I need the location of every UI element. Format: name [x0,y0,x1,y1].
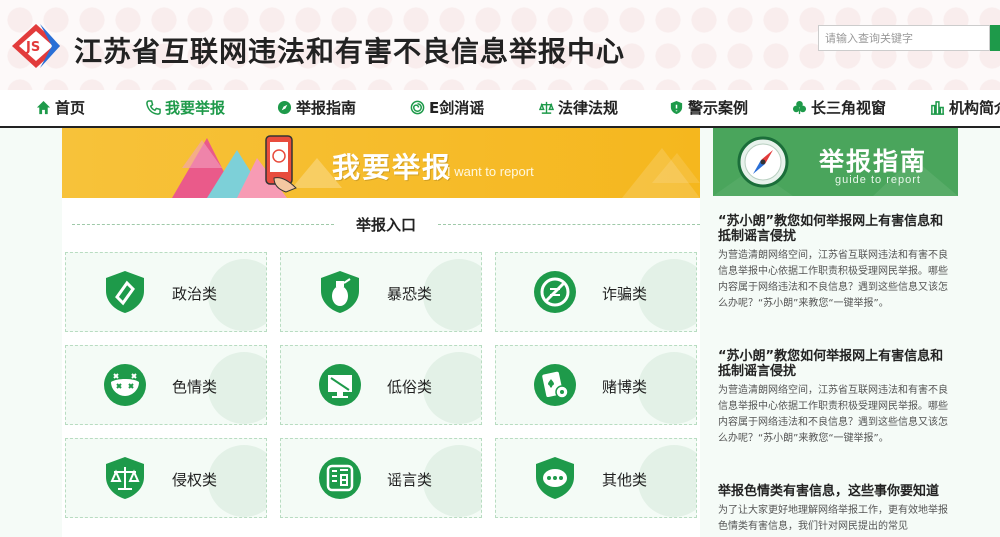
category-tile-infringement[interactable]: 侵权类 [65,438,267,518]
category-tile-porn[interactable]: 色情类 [65,345,267,425]
article-title[interactable]: “苏小朗”教您如何举报网上有害信息和抵制谣言侵扰 [718,349,954,379]
nav-item-label: 法律法规 [558,99,619,117]
article-item[interactable]: “苏小朗”教您如何举报网上有害信息和抵制谣言侵扰 为营造清朗网络空间，江苏省互联… [718,214,954,312]
shield-icon [106,271,144,313]
compass-icon [277,100,292,115]
shield-icon [670,100,683,115]
mask-icon [104,364,146,406]
article-summary: 为了让大家更好地理解网络举报工作，更有效地举报色情类有害信息，我们针对网民提出的… [718,505,948,532]
phone-icon [146,100,161,115]
site-logo-icon[interactable]: JS [10,22,62,70]
article-summary: 为营造清朗网络空间，江苏省互联网违法和有害不良信息举报中心依据工作职责积极受理网… [718,250,948,309]
search-input[interactable] [818,25,990,51]
nav-item-about[interactable]: 机构简介 [930,90,1000,126]
rumor-icon [319,457,361,499]
nav-item-label: 举报指南 [296,99,357,117]
nav-item-report[interactable]: 我要举报 [146,90,225,126]
category-tile-terror[interactable]: 暴恐类 [280,252,482,332]
nav-item-label: 机构简介 [949,99,1000,117]
report-banner: 我要举报 I want to report [62,128,700,198]
clover-icon [792,100,807,115]
article-item[interactable]: 举报色情类有害信息，这些事你要知道 为了让大家更好地理解网络举报工作，更有效地举… [718,484,954,535]
nav-item-label: E剑消谣 [429,99,485,117]
report-entry-heading: 举报入口 [72,212,700,238]
guide-banner-title: 举报指南 [819,147,928,176]
guide-banner-subtitle: guide to report [835,174,921,186]
tile-label: 色情类 [172,378,218,396]
article-title[interactable]: 举报色情类有害信息，这些事你要知道 [718,484,954,499]
heading-divider [72,224,334,225]
tile-label: 其他类 [602,471,648,489]
category-tile-vulgar[interactable]: 低俗类 [280,345,482,425]
main-nav: 首页 我要举报 举报指南 E剑消谣 法律法规 警示案例 长三角视窗 机构简介 [0,90,1000,128]
category-tile-political[interactable]: 政治类 [65,252,267,332]
search-button[interactable] [990,25,1000,51]
no-fraud-icon [534,271,576,313]
article-item[interactable]: “苏小朗”教您如何举报网上有害信息和抵制谣言侵扰 为营造清朗网络空间，江苏省互联… [718,349,954,447]
report-banner-subtitle: I want to report [447,164,534,179]
nav-item-rumor[interactable]: E剑消谣 [410,90,484,126]
building-icon [930,101,945,115]
tile-label: 政治类 [172,285,218,303]
nav-item-law[interactable]: 法律法规 [538,90,619,126]
category-tile-other[interactable]: 其他类 [495,438,697,518]
report-banner-title: 我要举报 [332,151,453,184]
nav-item-home[interactable]: 首页 [36,90,85,126]
home-icon [36,100,51,115]
tile-label: 暴恐类 [387,285,433,303]
nav-item-label: 长三角视窗 [811,99,887,117]
tile-label: 谣言类 [387,471,433,489]
compass-icon [737,136,789,188]
grenade-icon [321,271,359,313]
nav-item-label: 首页 [55,99,86,117]
logo-text: JS [25,40,40,55]
article-title[interactable]: “苏小朗”教您如何举报网上有害信息和抵制谣言侵扰 [718,214,954,244]
category-tile-rumor[interactable]: 谣言类 [280,438,482,518]
article-summary: 为营造清朗网络空间，江苏省互联网违法和有害不良信息举报中心依据工作职责积极受理网… [718,385,948,444]
nav-item-label: 我要举报 [165,99,226,117]
site-header: JS 江苏省互联网违法和有害不良信息举报中心 [0,0,1000,90]
vulgar-screen-icon [319,364,361,406]
guide-banner[interactable]: 举报指南 guide to report [713,128,958,196]
tile-label: 赌博类 [602,378,648,396]
category-tile-gambling[interactable]: 赌博类 [495,345,697,425]
tile-label: 侵权类 [172,471,218,489]
nav-item-guide[interactable]: 举报指南 [277,90,356,126]
heading-divider [438,224,700,225]
scales-icon [538,101,555,114]
report-entry-title: 举报入口 [355,216,416,234]
chat-bubble-icon [536,457,574,499]
site-title: 江苏省互联网违法和有害不良信息举报中心 [74,35,626,68]
tile-label: 低俗类 [387,378,433,396]
phone-illustration-icon [265,135,297,193]
nav-item-cases[interactable]: 警示案例 [669,90,748,126]
nav-item-yangtze[interactable]: 长三角视窗 [792,90,886,126]
nav-item-label: 警示案例 [688,99,749,117]
scales-icon [106,457,144,499]
category-tile-fraud[interactable]: 诈骗类 [495,252,697,332]
swirl-icon [410,100,425,115]
gambling-card-icon [534,364,576,406]
tile-label: 诈骗类 [602,285,648,303]
